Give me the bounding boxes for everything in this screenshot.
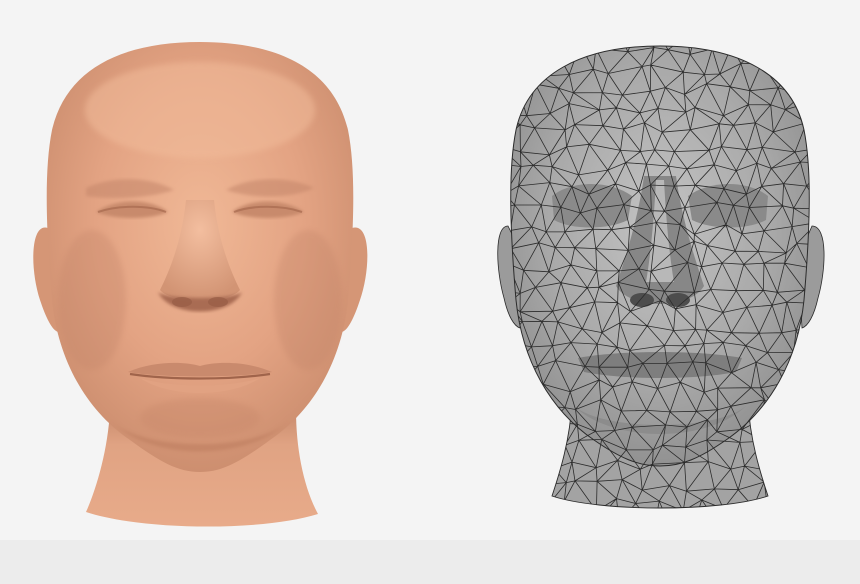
smooth-face-svg — [33, 42, 368, 527]
mesh-nostril-left — [630, 293, 654, 307]
mesh-face-render — [460, 0, 860, 584]
mesh-face-svg — [497, 45, 825, 509]
nostril-left — [172, 297, 192, 307]
nostril-right — [208, 297, 228, 307]
forehead-highlight — [85, 62, 315, 158]
cheek-right-shade — [274, 230, 342, 370]
cheek-left-shade — [58, 230, 126, 370]
figure-canvas — [0, 0, 860, 584]
smooth-face-render — [0, 0, 400, 584]
mesh-mouth — [578, 352, 742, 378]
chin-shade — [140, 398, 260, 438]
mesh-eye-socket-right — [688, 184, 768, 228]
